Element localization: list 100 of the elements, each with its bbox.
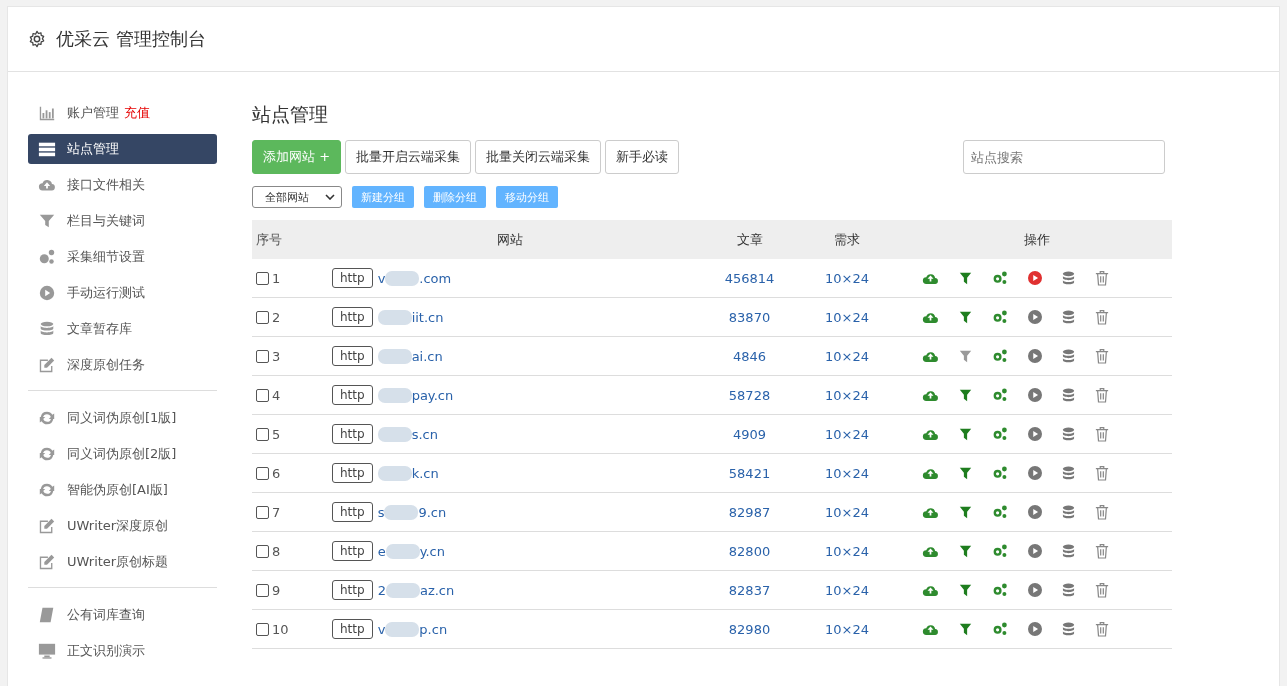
trash-icon[interactable] [1095,426,1109,442]
cloud-upload-icon[interactable] [922,466,939,480]
row-checkbox[interactable] [256,583,269,597]
filter-icon[interactable] [959,622,972,636]
trash-icon[interactable] [1095,348,1109,364]
toolbar-button[interactable]: 批量开启云端采集 [345,140,472,174]
site-link[interactable]: iit.cn [411,309,444,325]
trash-icon[interactable] [1095,270,1109,286]
site-link[interactable]: e [377,543,386,559]
site-link[interactable]: ai.cn [411,348,443,364]
recharge-link[interactable]: 充值 [124,104,150,122]
row-checkbox[interactable] [256,505,269,519]
scheme-tag[interactable]: http [332,346,373,366]
scheme-tag[interactable]: http [332,463,373,483]
filter-icon[interactable] [959,271,972,285]
scheme-tag[interactable]: http [332,541,373,561]
toolbar-button[interactable]: 新手必读 [605,140,680,174]
site-link[interactable]: 9.cn [418,504,447,520]
filter-icon[interactable] [959,349,972,363]
cloud-upload-icon[interactable] [922,544,939,558]
site-link[interactable]: p.cn [419,621,448,637]
row-checkbox[interactable] [256,466,269,480]
scheme-tag[interactable]: http [332,307,373,327]
database-icon[interactable] [1062,270,1075,286]
sidebar-item[interactable]: UWriter深度原创 [28,511,217,541]
sidebar-item[interactable]: 正文识别演示 [28,636,217,666]
site-link[interactable]: v [377,270,386,286]
trash-icon[interactable] [1095,543,1109,559]
filter-icon[interactable] [959,544,972,558]
cloud-upload-icon[interactable] [922,310,939,324]
database-icon[interactable] [1062,348,1075,364]
cloud-upload-icon[interactable] [922,388,939,402]
site-link[interactable]: az.cn [419,582,455,598]
sidebar-item[interactable]: 账户管理 充值 [28,98,217,128]
sidebar-item[interactable]: 文章暂存库 [28,314,217,344]
site-link[interactable]: s.cn [411,426,438,442]
row-checkbox[interactable] [256,622,269,636]
trash-icon[interactable] [1095,309,1109,325]
play-icon[interactable] [1028,310,1042,324]
site-link[interactable]: y.cn [419,543,445,559]
scheme-tag[interactable]: http [332,385,373,405]
cloud-upload-icon[interactable] [922,271,939,285]
sidebar-item[interactable]: 公有词库查询 [28,600,217,630]
cloud-upload-icon[interactable] [922,349,939,363]
trash-icon[interactable] [1095,621,1109,637]
cloud-upload-icon[interactable] [922,505,939,519]
play-icon[interactable] [1028,544,1042,558]
trash-icon[interactable] [1095,582,1109,598]
cloud-upload-icon[interactable] [922,583,939,597]
database-icon[interactable] [1062,309,1075,325]
site-link[interactable]: 2 [377,582,386,598]
database-icon[interactable] [1062,465,1075,481]
filter-icon[interactable] [959,466,972,480]
play-icon[interactable] [1028,466,1042,480]
database-icon[interactable] [1062,543,1075,559]
play-icon[interactable] [1028,505,1042,519]
trash-icon[interactable] [1095,504,1109,520]
play-icon[interactable] [1028,388,1042,402]
scheme-tag[interactable]: http [332,619,373,639]
database-icon[interactable] [1062,621,1075,637]
filter-icon[interactable] [959,388,972,402]
play-icon[interactable] [1028,271,1042,285]
sidebar-item[interactable]: 同义词伪原创[2版] [28,439,217,469]
sidebar-item[interactable]: 站点管理 [28,134,217,164]
row-checkbox[interactable] [256,544,269,558]
row-checkbox[interactable] [256,271,269,285]
row-checkbox[interactable] [256,388,269,402]
filter-icon[interactable] [959,310,972,324]
database-icon[interactable] [1062,504,1075,520]
row-checkbox[interactable] [256,427,269,441]
cloud-upload-icon[interactable] [922,622,939,636]
filter-icon[interactable] [959,505,972,519]
scheme-tag[interactable]: http [332,502,373,522]
search-field[interactable]: 站点搜索 [963,140,1165,174]
database-icon[interactable] [1062,582,1075,598]
sidebar-item[interactable]: 栏目与关键词 [28,206,217,236]
cloud-upload-icon[interactable] [922,427,939,441]
site-link[interactable]: v [377,621,386,637]
play-icon[interactable] [1028,583,1042,597]
trash-icon[interactable] [1095,387,1109,403]
toolbar-button[interactable]: 批量关闭云端采集 [475,140,602,174]
database-icon[interactable] [1062,426,1075,442]
row-checkbox[interactable] [256,349,269,363]
sidebar-item[interactable]: 手动运行测试 [28,278,217,308]
filter-icon[interactable] [959,427,972,441]
group-select[interactable]: 全部网站 [252,186,342,208]
sidebar-item[interactable]: 采集细节设置 [28,242,217,272]
sidebar-item[interactable]: 智能伪原创[AI版] [28,475,217,505]
site-link[interactable]: s [377,504,385,520]
database-icon[interactable] [1062,387,1075,403]
play-icon[interactable] [1028,349,1042,363]
row-checkbox[interactable] [256,310,269,324]
site-link[interactable]: k.cn [411,465,439,481]
trash-icon[interactable] [1095,465,1109,481]
play-icon[interactable] [1028,622,1042,636]
play-icon[interactable] [1028,427,1042,441]
sidebar-item[interactable]: 同义词伪原创[1版] [28,403,217,433]
scheme-tag[interactable]: http [332,268,373,288]
site-link[interactable]: pay.cn [411,387,454,403]
sidebar-item[interactable]: 接口文件相关 [28,170,217,200]
